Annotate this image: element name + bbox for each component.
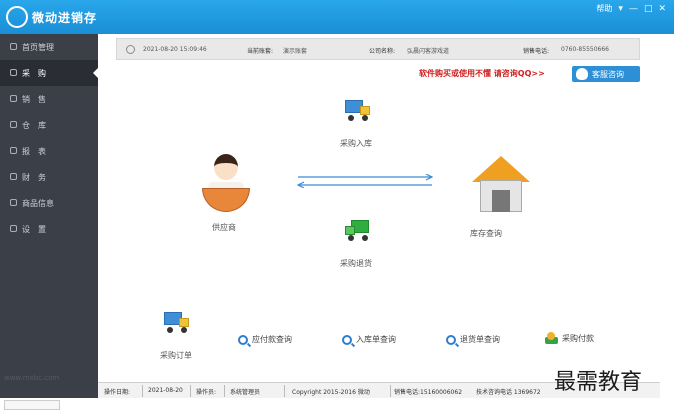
purchase-return-label[interactable]: 采购退货 bbox=[340, 258, 372, 269]
sidebar-item-finance[interactable]: 财 务 bbox=[0, 164, 98, 190]
company-value: 弘晨闪客游戏道 bbox=[407, 48, 450, 55]
sidebar-item-label: 首页管理 bbox=[22, 42, 54, 52]
purchase-order-truck-icon[interactable] bbox=[164, 312, 190, 334]
taskbar-thumbnail[interactable] bbox=[4, 400, 60, 410]
app-title: 微动进销存 bbox=[32, 11, 98, 25]
sidebar-item-report[interactable]: 报 表 bbox=[0, 138, 98, 164]
payable-query-label: 应付款查询 bbox=[252, 335, 292, 344]
status-operator-value: 系统管理员 bbox=[230, 389, 261, 396]
purchase-payment-button[interactable]: 采购付款 bbox=[545, 332, 594, 344]
cart-icon bbox=[10, 69, 17, 76]
info-bar: 2021-08-20 15:09:46 当前账套: 演示账套 公司名称: 弘晨闪… bbox=[116, 38, 640, 60]
status-copyright: Copyright 2015-2016 微动 bbox=[292, 389, 370, 396]
sidebar-item-settings[interactable]: 设 置 bbox=[0, 216, 98, 242]
sidebar-item-label: 销 售 bbox=[22, 94, 46, 104]
purchase-return-truck-icon[interactable] bbox=[345, 220, 371, 242]
return-query-button[interactable]: 退货单查询 bbox=[446, 334, 500, 345]
sidebar-item-label: 设 置 bbox=[22, 224, 46, 234]
money-icon bbox=[545, 332, 558, 344]
account-value: 演示账套 bbox=[283, 48, 308, 55]
sidebar-item-home[interactable]: 首页管理 bbox=[0, 34, 98, 60]
purchase-in-label[interactable]: 采购入库 bbox=[340, 138, 372, 149]
account-label: 当前账套: bbox=[247, 48, 274, 55]
settings-icon bbox=[10, 225, 17, 232]
company-label: 公司名称: bbox=[369, 48, 396, 55]
status-date-label: 操作日期: bbox=[104, 389, 131, 396]
window-controls: 帮助 ▾ — □ ✕ bbox=[596, 3, 666, 14]
customer-service-button[interactable]: 客服咨询 bbox=[572, 66, 640, 82]
sales-icon bbox=[10, 95, 17, 102]
menu-dropdown-icon[interactable]: ▾ bbox=[618, 4, 623, 14]
sidebar-item-label: 采 购 bbox=[22, 68, 46, 78]
title-bar: 微动进销存 帮助 ▾ — □ ✕ bbox=[0, 0, 674, 34]
sidebar-item-sales[interactable]: 销 售 bbox=[0, 86, 98, 112]
status-date-value: 2021-08-20 bbox=[148, 387, 183, 394]
inbound-query-label: 入库单查询 bbox=[356, 335, 396, 344]
bottom-strip bbox=[0, 398, 674, 410]
warehouse-house-icon[interactable] bbox=[472, 156, 530, 214]
warehouse-icon bbox=[10, 121, 17, 128]
status-operator-label: 操作员: bbox=[196, 389, 217, 396]
finance-icon bbox=[10, 173, 17, 180]
close-icon[interactable]: ✕ bbox=[658, 4, 666, 14]
search-icon bbox=[446, 334, 456, 345]
sidebar-item-label: 财 务 bbox=[22, 172, 46, 182]
sales-phone-value: 0760-85550666 bbox=[561, 46, 609, 53]
home-icon bbox=[10, 43, 17, 50]
sidebar-item-warehouse[interactable]: 仓 库 bbox=[0, 112, 98, 138]
flow-arrows-icon bbox=[296, 174, 434, 188]
sidebar-item-label: 商品信息 bbox=[22, 198, 54, 208]
inventory-label[interactable]: 库存查询 bbox=[470, 228, 502, 239]
app-logo-icon bbox=[6, 6, 28, 28]
report-icon bbox=[10, 147, 17, 154]
sidebar-item-goods[interactable]: 商品信息 bbox=[0, 190, 98, 216]
customer-service-label: 客服咨询 bbox=[592, 69, 624, 79]
qq-penguin-icon bbox=[576, 68, 588, 80]
sidebar-watermark: www.mxbc.com bbox=[4, 374, 60, 382]
goods-icon bbox=[10, 199, 17, 206]
payable-query-button[interactable]: 应付款查询 bbox=[238, 334, 292, 345]
minimize-icon[interactable]: — bbox=[629, 4, 638, 14]
purchase-payment-label: 采购付款 bbox=[562, 333, 594, 343]
status-sales-phone: 销售电话:15160006062 bbox=[394, 389, 463, 396]
clock-icon bbox=[126, 45, 135, 54]
current-datetime: 2021-08-20 15:09:46 bbox=[143, 46, 207, 53]
purchase-order-label[interactable]: 采购订单 bbox=[160, 350, 192, 361]
help-link[interactable]: 帮助 bbox=[596, 3, 612, 14]
brand-watermark: 最需教育 bbox=[554, 370, 643, 395]
sales-phone-label: 销售电话: bbox=[523, 48, 550, 55]
maximize-icon[interactable]: □ bbox=[644, 4, 653, 14]
sidebar-item-purchase[interactable]: 采 购 bbox=[0, 60, 98, 86]
sidebar: 首页管理 采 购 销 售 仓 库 报 表 财 务 商品信息 设 置 www.mx… bbox=[0, 34, 98, 400]
supplier-label[interactable]: 供应商 bbox=[212, 222, 236, 233]
status-tech-phone: 技术咨询电话 1369672 bbox=[476, 389, 541, 396]
inbound-query-button[interactable]: 入库单查询 bbox=[342, 334, 396, 345]
promo-text[interactable]: 软件购买或使用不懂 请咨询QQ>> bbox=[419, 68, 545, 79]
sidebar-item-label: 报 表 bbox=[22, 146, 46, 156]
search-icon bbox=[342, 334, 352, 345]
supplier-icon[interactable] bbox=[200, 150, 252, 220]
purchase-in-truck-icon[interactable] bbox=[345, 100, 371, 122]
search-icon bbox=[238, 334, 248, 345]
sidebar-item-label: 仓 库 bbox=[22, 120, 46, 130]
app-window: 微动进销存 帮助 ▾ — □ ✕ 首页管理 采 购 销 售 仓 库 报 表 财 … bbox=[0, 0, 674, 410]
return-query-label: 退货单查询 bbox=[460, 335, 500, 344]
